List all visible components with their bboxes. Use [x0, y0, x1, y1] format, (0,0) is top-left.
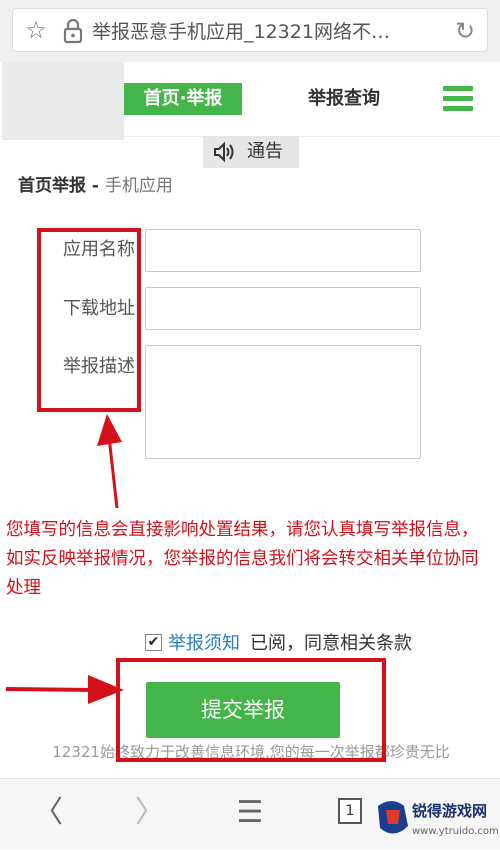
menu-icon[interactable]: ☰ [228, 793, 272, 833]
hamburger-menu-icon[interactable] [443, 86, 473, 112]
breadcrumb-sub: 手机应用 [104, 176, 173, 196]
tabs-button[interactable]: 1 [338, 798, 362, 824]
annotation-arrow-up [97, 414, 122, 508]
nav-home-report-tab[interactable]: 首页·举报 [124, 83, 242, 115]
back-icon[interactable]: 〈 [26, 793, 70, 833]
annotation-box-submit [116, 658, 386, 762]
agreement-checkbox[interactable]: ✔ [145, 634, 162, 651]
warning-text: 您填写的信息会直接影响处置结果，请您认真填写举报信息，如实反映举报情况，您举报的… [6, 520, 479, 598]
watermark-url: www.ytruido.com [412, 826, 499, 837]
report-description-textarea[interactable] [145, 345, 421, 459]
breadcrumb: 首页举报 - 手机应用 [18, 172, 318, 200]
watermark-name: 锐得游戏网 [412, 802, 488, 820]
forward-icon[interactable]: 〉 [128, 793, 172, 833]
breadcrumb-main: 首页举报 [18, 176, 86, 196]
annotation-arrow-right [5, 675, 124, 704]
annotation-box-field-labels [37, 228, 141, 412]
breadcrumb-separator: - [86, 176, 105, 196]
report-notice-link[interactable]: 举报须知 [168, 630, 248, 658]
download-url-input[interactable] [145, 287, 421, 330]
bookmark-star-icon[interactable]: ☆ [22, 16, 50, 44]
agreement-text: 已阅，同意相关条款 [250, 633, 412, 654]
app-name-input[interactable] [145, 229, 421, 272]
lock-icon [62, 18, 84, 44]
notice-label: 通告 [247, 141, 283, 162]
url-text[interactable]: 举报恶意手机应用_12321网络不… [92, 18, 422, 46]
site-watermark: 锐得游戏网 www.ytruido.com [374, 796, 499, 846]
nav-report-query-tab[interactable]: 举报查询 [286, 83, 402, 115]
refresh-icon[interactable]: ↻ [450, 16, 480, 46]
site-logo[interactable] [2, 62, 124, 140]
speaker-icon [213, 141, 237, 163]
